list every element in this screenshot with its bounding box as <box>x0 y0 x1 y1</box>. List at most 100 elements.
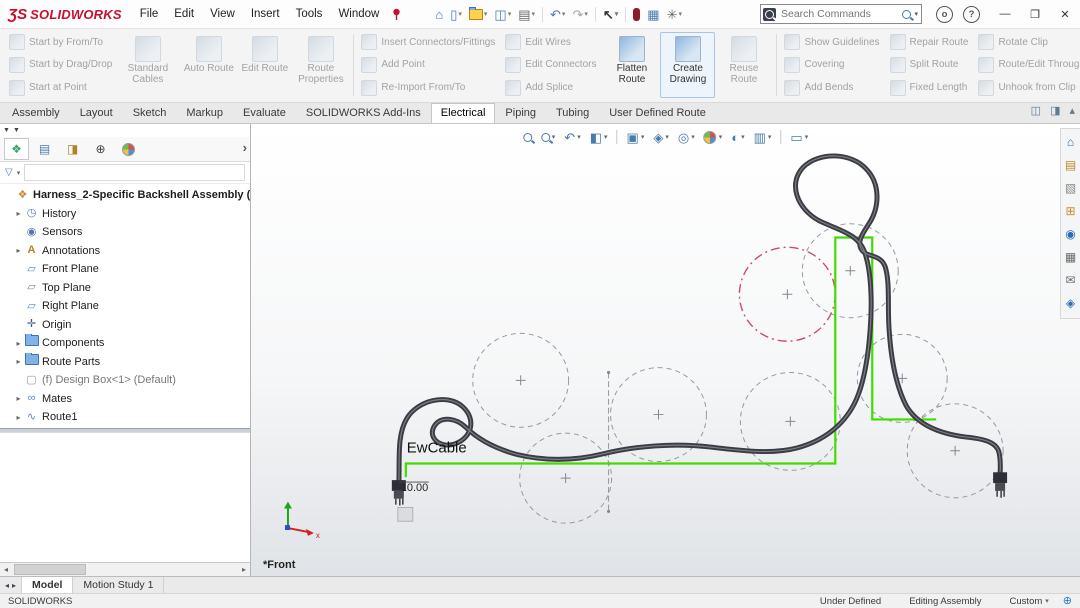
print-icon[interactable]: ▤▾ <box>515 6 538 23</box>
save-icon[interactable]: ◫▾ <box>491 6 514 23</box>
expand-arrow-icon[interactable]: ▸ <box>13 357 24 366</box>
standard-cables-button[interactable]: Standard Cables <box>120 32 175 98</box>
menu-edit[interactable]: Edit <box>166 0 202 28</box>
minimize-button[interactable]: — <box>990 1 1020 28</box>
reimport-fromto-button[interactable]: Re-Import From/To <box>361 78 495 97</box>
tab-scroll-left-icon[interactable]: ◂ <box>5 581 9 590</box>
tree-item-annotations[interactable]: ▸ A Annotations <box>0 242 250 261</box>
scroll-left-icon[interactable]: ◂ <box>0 565 12 574</box>
tree-item-front-plane[interactable]: ▱ Front Plane <box>0 260 250 279</box>
view-palette-icon[interactable]: ⊞ <box>1065 205 1075 217</box>
tab-scroll-controls[interactable]: ◂ ▸ <box>0 577 22 593</box>
design-library-icon[interactable]: ▤ <box>1065 159 1076 171</box>
filter-caret-icon[interactable]: ▾ <box>17 169 21 177</box>
search-go-icon[interactable] <box>902 10 911 19</box>
feature-tree-tab-icon[interactable]: ❖ <box>4 138 29 160</box>
unhook-from-clip-button[interactable]: Unhook from Clip <box>978 78 1080 97</box>
previous-view-icon[interactable]: ↶▾ <box>564 131 580 144</box>
cable-label-text[interactable]: EwCable <box>407 441 467 457</box>
dimension-text[interactable]: 10.00 <box>401 482 428 494</box>
pin-menu-icon[interactable] <box>391 8 402 21</box>
collapse-ribbon-icon[interactable]: ▴ <box>1069 106 1075 117</box>
options-gear-icon[interactable]: ✳▾ <box>664 6 685 23</box>
tab-tubing[interactable]: Tubing <box>546 103 599 123</box>
tab-assembly[interactable]: Assembly <box>2 103 70 123</box>
motion-study-tab[interactable]: Motion Study 1 <box>73 577 164 593</box>
filter-funnel-icon[interactable]: ▽ <box>5 167 13 178</box>
reuse-route-button[interactable]: Reuse Route <box>716 32 771 98</box>
tab-user-defined-route[interactable]: User Defined Route <box>599 103 716 123</box>
flatten-route-button[interactable]: Flatten Route <box>604 32 659 98</box>
tree-item-origin[interactable]: ✛ Origin <box>0 316 250 335</box>
display-pane-icon[interactable]: ◨ <box>1050 106 1060 117</box>
add-point-button[interactable]: Add Point <box>361 55 495 74</box>
model-tab[interactable]: Model <box>22 577 73 593</box>
filter-input[interactable] <box>24 164 245 181</box>
apply-scene-icon[interactable]: ◐▾ <box>731 131 744 144</box>
configuration-manager-tab-icon[interactable]: ◨ <box>60 138 85 160</box>
tab-layout[interactable]: Layout <box>70 103 123 123</box>
forum-icon[interactable]: ✉ <box>1065 274 1075 286</box>
scroll-right-icon[interactable]: ▸ <box>238 565 250 574</box>
graphics-viewport[interactable]: EwCable 10.00 x ▾ ↶▾ ◧▾ <box>251 124 1080 576</box>
statusbar-units[interactable]: Custom <box>1010 596 1043 607</box>
search-input[interactable] <box>779 7 902 21</box>
search-commands-box[interactable]: ▾ <box>760 4 922 24</box>
repair-route-button[interactable]: Repair Route <box>890 33 969 52</box>
expand-arrow-icon[interactable]: ▸ <box>13 246 24 255</box>
tree-item-top-plane[interactable]: ▱ Top Plane <box>0 279 250 298</box>
custom-properties-icon[interactable]: ▦ <box>1065 251 1076 263</box>
display-manager-tab-icon[interactable] <box>116 138 141 160</box>
start-by-fromto-button[interactable]: Start by From/To <box>9 33 112 52</box>
tab-markup[interactable]: Markup <box>176 103 233 123</box>
hide-show-items-icon[interactable]: ◎▾ <box>678 131 695 144</box>
user-account-icon[interactable]: ο <box>936 6 953 23</box>
start-by-dragdrop-button[interactable]: Start by Drag/Drop <box>9 55 112 74</box>
tree-item-route1[interactable]: ▸ ∿ Route1 <box>0 408 250 427</box>
tree-item-mates[interactable]: ▸ ∞ Mates <box>0 390 250 409</box>
tree-item-sensors[interactable]: ◉ Sensors <box>0 223 250 242</box>
small-part-box[interactable] <box>398 508 413 522</box>
tab-piping[interactable]: Piping <box>495 103 546 123</box>
units-caret-icon[interactable]: ▾ <box>1045 597 1049 605</box>
model-canvas[interactable]: EwCable 10.00 x <box>251 124 1080 576</box>
edit-route-button[interactable]: Edit Route <box>237 32 292 98</box>
open-folder-icon[interactable]: ▾ <box>466 7 491 22</box>
tab-electrical[interactable]: Electrical <box>431 103 496 123</box>
home-icon[interactable]: ⌂ <box>432 6 446 23</box>
view-orientation-icon[interactable]: ▣▾ <box>627 131 645 144</box>
route-properties-button[interactable]: Route Properties <box>293 32 348 98</box>
expand-arrow-icon[interactable]: ▸ <box>13 339 24 348</box>
show-guidelines-button[interactable]: Show Guidelines <box>784 33 879 52</box>
insert-connectors-button[interactable]: Insert Connectors/Fittings <box>361 33 495 52</box>
expand-arrow-icon[interactable]: ▸ <box>13 209 24 218</box>
zoom-area-icon[interactable]: ▾ <box>541 133 556 142</box>
cable-connector-right[interactable] <box>993 472 1007 497</box>
resources-home-icon[interactable]: ⌂ <box>1067 136 1074 148</box>
create-drawing-button[interactable]: Create Drawing <box>660 32 715 98</box>
zoom-fit-icon[interactable] <box>523 133 532 142</box>
select-arrow-icon[interactable]: ↖▾ <box>600 6 621 23</box>
tree-item-history[interactable]: ▸ ◷ History <box>0 205 250 224</box>
restore-button[interactable]: ❐ <box>1020 1 1050 28</box>
tab-sketch[interactable]: Sketch <box>123 103 177 123</box>
panel-horizontal-scrollbar[interactable]: ◂ ▸ <box>0 562 250 576</box>
dimxpert-manager-tab-icon[interactable]: ⊕ <box>88 138 113 160</box>
expand-arrow-icon[interactable]: ▸ <box>13 394 24 403</box>
edit-connectors-button[interactable]: Edit Connectors <box>505 55 596 74</box>
view-settings-icon[interactable]: ▥▾ <box>754 131 772 144</box>
auto-route-button[interactable]: Auto Route <box>181 32 236 98</box>
redo-icon[interactable]: ↷▾ <box>569 6 590 23</box>
solidworks-add-ins-icon[interactable]: ◈ <box>1066 297 1075 309</box>
covering-button[interactable]: Covering <box>784 55 879 74</box>
add-bends-button[interactable]: Add Bends <box>784 78 879 97</box>
undo-icon[interactable]: ↶▾ <box>547 6 568 23</box>
xpress-products-icon[interactable] <box>630 6 643 23</box>
menu-tools[interactable]: Tools <box>288 0 331 28</box>
start-at-point-button[interactable]: Start at Point <box>9 78 112 97</box>
menu-view[interactable]: View <box>202 0 243 28</box>
tree-item-right-plane[interactable]: ▱ Right Plane <box>0 297 250 316</box>
expand-arrow-icon[interactable]: ▸ <box>13 413 24 422</box>
appearances-scenes-icon[interactable]: ◉ <box>1065 228 1075 240</box>
tab-scroll-right-icon[interactable]: ▸ <box>12 581 16 590</box>
